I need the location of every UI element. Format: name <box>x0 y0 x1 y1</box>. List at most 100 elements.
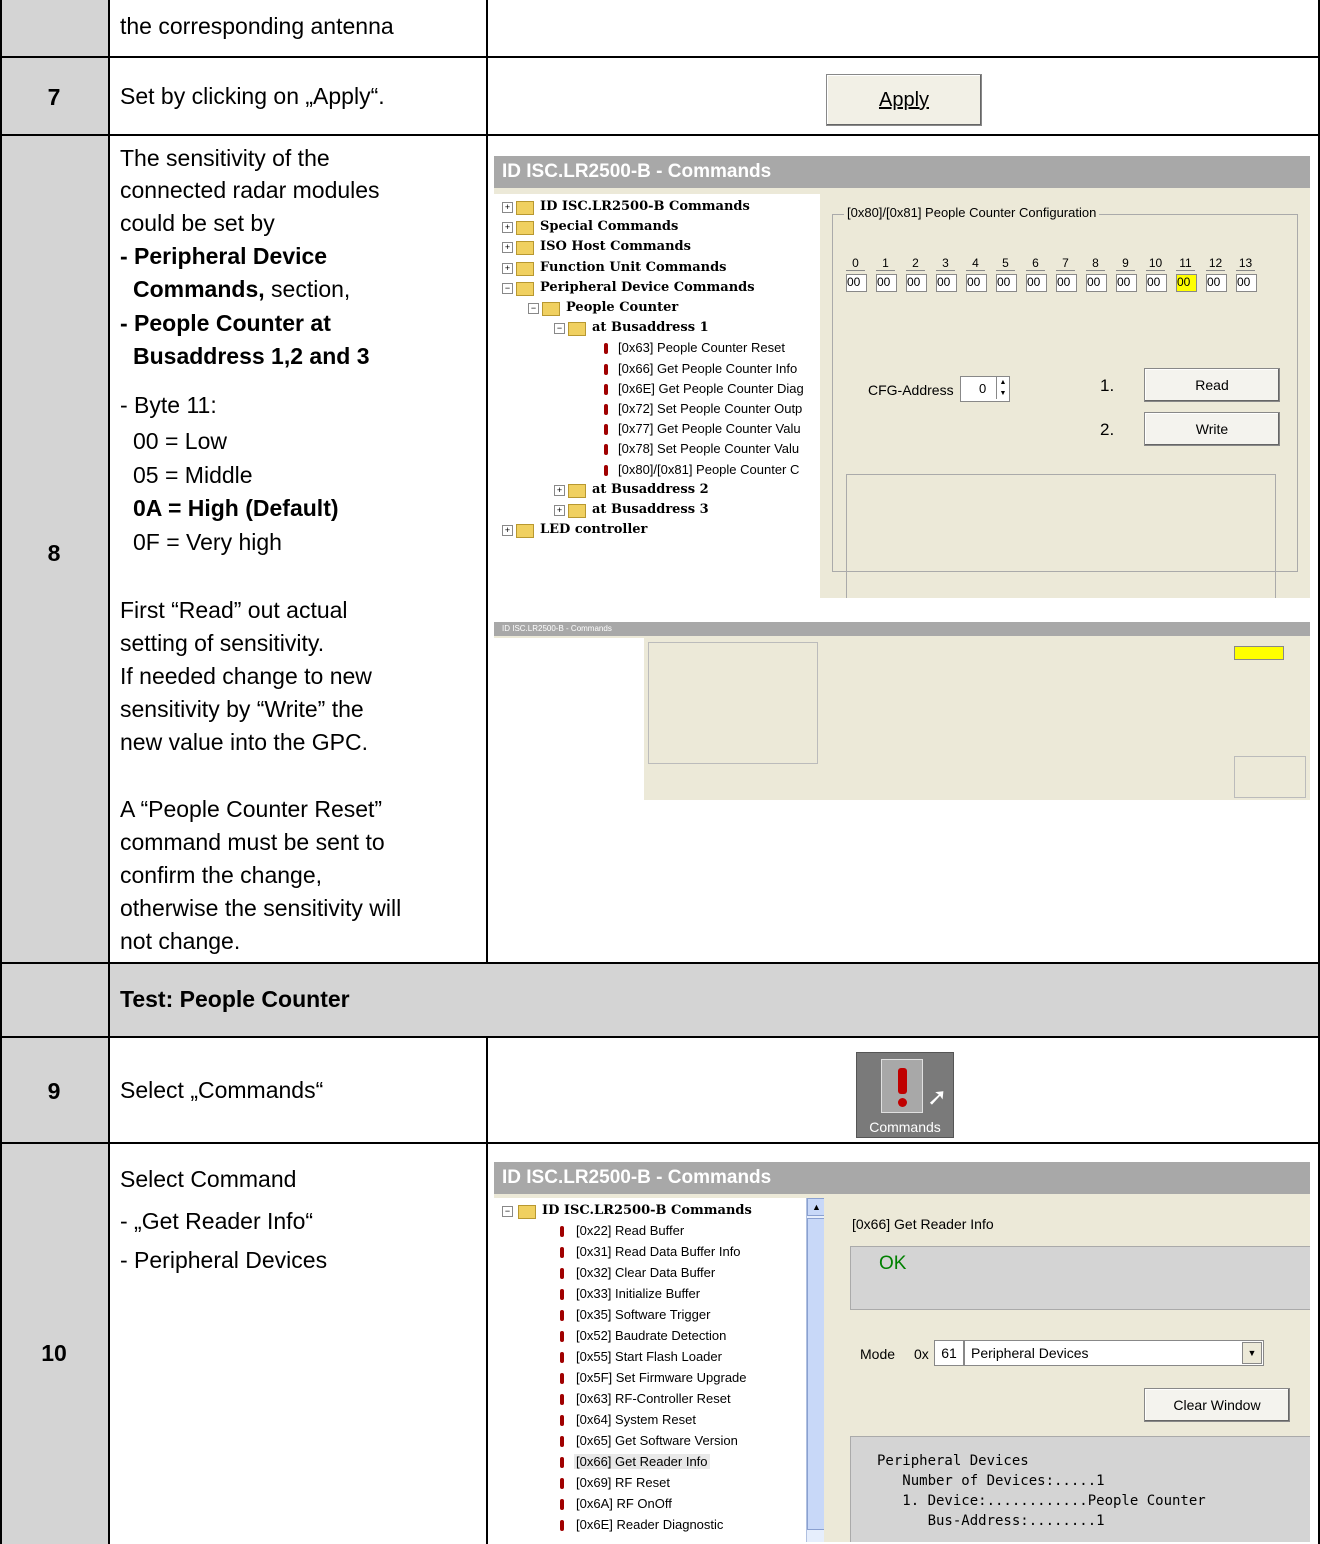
byte-value-input[interactable]: 00 <box>1176 274 1197 292</box>
tree-command-item[interactable]: [0x80]/[0x81] People Counter C <box>494 461 820 481</box>
tree-item-label: [0x69] RF Reset <box>576 1475 670 1490</box>
byte-value-input[interactable]: 00 <box>846 274 867 292</box>
command-icon <box>560 1310 564 1321</box>
command-icon <box>560 1247 564 1258</box>
tree-item-label: [0x63] RF-Controller Reset <box>576 1391 731 1406</box>
tree-command-item[interactable]: [0x22] Read Buffer <box>494 1222 804 1242</box>
tree-command-item[interactable]: [0x31] Read Data Buffer Info <box>494 1243 804 1263</box>
chevron-down-icon[interactable]: ▼ <box>1242 1342 1262 1364</box>
expand-toggle-icon[interactable]: − <box>554 323 565 335</box>
expand-toggle-icon[interactable]: + <box>502 222 513 234</box>
byte-value-input[interactable]: 00 <box>1236 274 1257 292</box>
scroll-up-arrow-icon[interactable]: ▲ <box>807 1198 824 1216</box>
tree-command-item[interactable]: [0x77] Get People Counter Valu <box>494 420 820 440</box>
tree-item-label: Peripheral Device Commands <box>540 279 755 295</box>
tree-folder-item[interactable]: + LED controller <box>494 521 820 541</box>
byte-index-label: 10 <box>1146 256 1165 271</box>
tree-command-item[interactable]: [0x6E] Reader Diagnostic <box>494 1516 804 1536</box>
tree-folder-item[interactable]: + ID ISC.LR2500-B Commands <box>494 198 820 218</box>
command-icon <box>604 343 608 355</box>
row8-line: If needed change to new <box>120 663 372 689</box>
tree-item-label: People Counter <box>566 300 679 315</box>
tree-command-item[interactable]: [0x69] RF Reset <box>494 1474 804 1494</box>
tree-command-item[interactable]: [0x63] People Counter Reset <box>494 339 820 359</box>
grid-line <box>0 1036 1320 1038</box>
tree-item-label: [0x55] Start Flash Loader <box>576 1349 722 1364</box>
tree-command-item[interactable]: [0x78] Set People Counter Valu <box>494 440 820 460</box>
expand-toggle-icon[interactable]: − <box>502 282 513 294</box>
row8-line: not change. <box>120 928 241 954</box>
tree-command-item[interactable]: [0x6E] Get People Counter Diag <box>494 380 820 400</box>
tree-command-item[interactable]: [0x5F] Set Firmware Upgrade <box>494 1369 804 1389</box>
tree-folder-item[interactable]: + at Busaddress 2 <box>494 481 820 501</box>
tree-command-item[interactable]: [0x32] Clear Data Buffer <box>494 1264 804 1284</box>
expand-toggle-icon[interactable]: + <box>502 202 513 213</box>
tree-item-label: ID ISC.LR2500-B Commands <box>540 199 750 214</box>
byte-value-input[interactable]: 00 <box>966 274 987 292</box>
tree-command-item[interactable]: [0x35] Software Trigger <box>494 1306 804 1326</box>
cursor-icon: ➚ <box>927 1084 948 1111</box>
tree-command-item[interactable]: [0x64] System Reset <box>494 1411 804 1431</box>
tree-root-item[interactable]: − ID ISC.LR2500-B Commands <box>494 1202 804 1222</box>
tree-command-item[interactable]: [0x65] Get Software Version <box>494 1432 804 1452</box>
tree-folder-item[interactable]: − at Busaddress 1 <box>494 319 820 339</box>
expand-toggle-icon[interactable]: + <box>502 262 513 274</box>
tree-item-label: [0x6E] Reader Diagnostic <box>576 1517 724 1532</box>
byte-value-input[interactable]: 00 <box>996 274 1017 292</box>
byte-value-input[interactable]: 00 <box>1056 274 1077 292</box>
tree-folder-item[interactable]: + Function Unit Commands <box>494 259 820 279</box>
byte-value-input[interactable]: 00 <box>1026 274 1047 292</box>
exclamation-dot <box>898 1098 907 1107</box>
tree-folder-item[interactable]: − People Counter <box>494 299 820 319</box>
tree-folder-item[interactable]: + at Busaddress 3 <box>494 501 820 521</box>
expand-toggle-icon[interactable]: + <box>554 505 565 516</box>
byte-value-input[interactable]: 00 <box>876 274 897 292</box>
byte-value-input[interactable]: 00 <box>1086 274 1107 292</box>
expand-toggle-icon[interactable]: + <box>502 242 513 254</box>
apply-button[interactable]: Apply <box>826 74 982 126</box>
tree-folder-item[interactable]: + Special Commands <box>494 218 820 238</box>
spin-arrows-icon[interactable]: ▲ ▼ <box>996 377 1009 399</box>
byte-value-input[interactable]: 00 <box>1146 274 1167 292</box>
clear-window-button[interactable]: Clear Window <box>1144 1388 1290 1422</box>
tree-item-label: [0x63] People Counter Reset <box>618 340 785 356</box>
byte-value-input[interactable]: 00 <box>1116 274 1137 292</box>
tree-command-item[interactable]: [0x33] Initialize Buffer <box>494 1285 804 1305</box>
write-button[interactable]: Write <box>1144 412 1280 446</box>
scroll-thumb[interactable] <box>807 1218 824 1530</box>
mode-select[interactable]: Peripheral Devices ▼ <box>964 1340 1264 1366</box>
byte-value-input[interactable]: 00 <box>906 274 927 292</box>
tree-command-item[interactable]: [0x55] Start Flash Loader <box>494 1348 804 1368</box>
command-icon <box>560 1478 564 1489</box>
thumb-send-button[interactable] <box>1234 646 1284 660</box>
commands-toolbar-button[interactable]: ➚ Commands <box>856 1052 954 1138</box>
window-title: ID ISC.LR2500-B - Commands <box>494 1162 1310 1194</box>
tree-command-item[interactable]: [0x6A] RF OnOff <box>494 1495 804 1515</box>
byte-index-label: 0 <box>846 256 865 271</box>
tree-command-item[interactable]: [0x63] RF-Controller Reset <box>494 1390 804 1410</box>
row8-line: confirm the change, <box>120 862 323 888</box>
command-icon <box>560 1289 564 1300</box>
tree-item-label: [0x66] Get People Counter Info <box>618 360 798 376</box>
tree-folder-item[interactable]: + ISO Host Commands <box>494 238 820 258</box>
exclamation-bar <box>898 1068 907 1094</box>
tree-command-item[interactable]: [0x52] Baudrate Detection <box>494 1327 804 1347</box>
collapse-toggle-icon[interactable]: − <box>502 1206 513 1217</box>
byte-value-input[interactable]: 00 <box>1206 274 1227 292</box>
expand-toggle-icon[interactable]: + <box>502 525 513 537</box>
tree-scrollbar[interactable]: ▲ <box>806 1198 824 1542</box>
byte-value-input[interactable]: 00 <box>936 274 957 292</box>
tree-command-item[interactable]: [0x72] Set People Counter Outp <box>494 400 820 420</box>
command-icon <box>560 1373 564 1384</box>
read-button[interactable]: Read <box>1144 368 1280 402</box>
expand-toggle-icon[interactable]: − <box>528 303 539 314</box>
expand-toggle-icon[interactable]: + <box>554 484 565 496</box>
grid-line <box>0 0 2 1544</box>
tree-folder-item[interactable]: − Peripheral Device Commands <box>494 279 820 299</box>
row8-line: otherwise the sensitivity will <box>120 895 402 921</box>
cfg-address-input[interactable]: 0 ▲ ▼ <box>960 376 1010 402</box>
tree-item-label: [0x31] Read Data Buffer Info <box>576 1244 741 1259</box>
mode-hex-input[interactable]: 61 <box>934 1340 964 1366</box>
tree-command-item[interactable]: [0x66] Get Reader Info <box>494 1453 804 1473</box>
tree-command-item[interactable]: [0x66] Get People Counter Info <box>494 360 820 380</box>
